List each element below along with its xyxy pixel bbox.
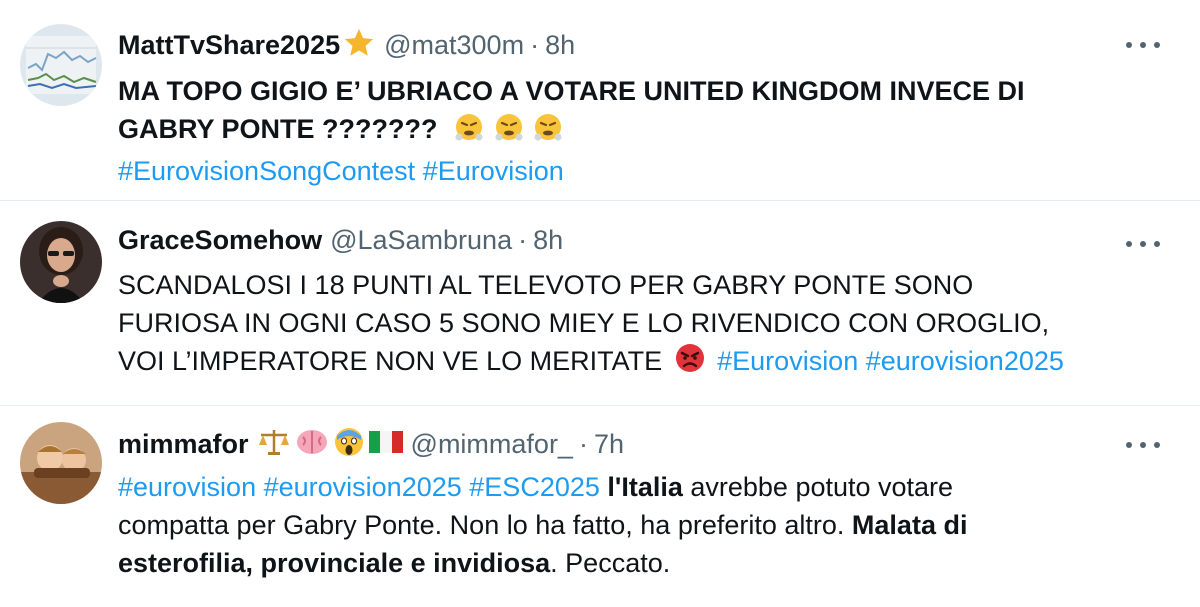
tweet-text-line: esterofilia, provinciale e invidiosa. Pe… xyxy=(118,544,967,582)
tweet-text-segment: VOI L’IMPERATORE NON VE LO MERITATE xyxy=(118,346,663,377)
timestamp[interactable]: 8h xyxy=(545,30,575,61)
hashtag-link[interactable]: #eurovision2025 xyxy=(866,346,1064,376)
pouting-face-emoji-icon xyxy=(674,342,706,384)
avatar-cherubs-image xyxy=(20,422,102,504)
display-name[interactable]: MattTvShare2025 xyxy=(118,30,340,61)
hashtag-link[interactable]: #eurovision xyxy=(118,472,256,502)
tweet-2-header: GraceSomehow @LaSambruna · 8h xyxy=(118,225,563,256)
tweet-3-header: mimmafor @mimmafor_ · 7h xyxy=(118,426,624,463)
tweet-1-text: MA TOPO GIGIO E’ UBRIACO A VOTARE UNITED… xyxy=(118,72,1025,190)
more-options-icon[interactable] xyxy=(1126,440,1160,450)
display-name[interactable]: GraceSomehow xyxy=(118,225,322,256)
hashtag-link[interactable]: #ESC2025 xyxy=(469,472,600,502)
tweet-1-header: MattTvShare2025 @mat300m · 8h xyxy=(118,26,575,65)
user-handle[interactable]: @mimmafor_ xyxy=(411,429,573,460)
tweet-text-line: compatta per Gabry Ponte. Non lo ha fatt… xyxy=(118,506,967,544)
more-options-icon[interactable] xyxy=(1126,40,1160,50)
tweet-text-line: FURIOSA IN OGNI CASO 5 SONO MIEY E LO RI… xyxy=(118,308,1050,338)
hashtag-link[interactable]: #Eurovision xyxy=(423,156,564,186)
tweet-text-bold: Malata di xyxy=(851,510,968,540)
separator-dot: · xyxy=(518,225,528,255)
tweet-text-segment: compatta per Gabry Ponte. Non lo ha fatt… xyxy=(118,510,845,540)
hashtag-link[interactable]: #Eurovision xyxy=(717,346,858,376)
more-options-icon[interactable] xyxy=(1126,239,1160,249)
steam-from-nose-emoji-icon xyxy=(493,110,525,152)
timestamp[interactable]: 8h xyxy=(533,225,563,256)
tweet-text-line: #eurovision #eurovision2025 #ESC2025 l'I… xyxy=(118,468,967,506)
tweet-3[interactable]: mimmafor @mimmafor_ · 7h #eurovision #eu… xyxy=(0,406,1200,607)
tweet-1[interactable]: MattTvShare2025 @mat300m · 8h MA TOPO GI… xyxy=(0,0,1200,200)
separator-dot: · xyxy=(530,30,540,60)
screaming-face-emoji-icon xyxy=(333,426,365,463)
avatar-portrait-image xyxy=(20,221,102,303)
tweet-text-line: GABRY PONTE ??????? xyxy=(118,110,1025,152)
user-handle[interactable]: @LaSambruna xyxy=(330,225,512,256)
steam-from-nose-emoji-icon xyxy=(453,110,485,152)
star-emoji-icon xyxy=(342,26,376,65)
tweet-text-line: VOI L’IMPERATORE NON VE LO MERITATE #Eur… xyxy=(118,342,1064,384)
avatar-gracesomehow[interactable] xyxy=(20,221,102,303)
steam-from-nose-emoji-icon xyxy=(532,110,564,152)
avatar-chart-image xyxy=(20,24,102,106)
tweet-2-text: SCANDALOSI I 18 PUNTI AL TELEVOTO PER GA… xyxy=(118,266,1064,384)
timestamp[interactable]: 7h xyxy=(594,429,624,460)
italy-flag-emoji-icon xyxy=(368,429,403,460)
separator-dot: · xyxy=(578,429,588,459)
avatar-mimmafor[interactable] xyxy=(20,422,102,504)
tweet-text-bold: esterofilia, provinciale e invidiosa xyxy=(118,548,551,578)
user-handle[interactable]: @mat300m xyxy=(384,30,524,61)
hashtag-link[interactable]: #eurovision2025 xyxy=(264,472,462,502)
hashtag-link[interactable]: #EurovisionSongContest xyxy=(118,156,415,186)
tweet-text-segment: avrebbe potuto votare xyxy=(690,472,954,502)
brain-emoji-icon xyxy=(295,427,329,462)
balance-scale-emoji-icon xyxy=(257,427,291,462)
tweet-text-bold: l'Italia xyxy=(607,472,683,502)
display-name[interactable]: mimmafor xyxy=(118,429,249,460)
tweet-text-line: MA TOPO GIGIO E’ UBRIACO A VOTARE UNITED… xyxy=(118,76,1025,106)
tweet-text-line: SCANDALOSI I 18 PUNTI AL TELEVOTO PER GA… xyxy=(118,270,974,300)
avatar-matttvshare[interactable] xyxy=(20,24,102,106)
tweet-text-segment: GABRY PONTE ??????? xyxy=(118,114,438,145)
tweet-text-segment: . Peccato. xyxy=(550,548,671,578)
tweet-3-text: #eurovision #eurovision2025 #ESC2025 l'I… xyxy=(118,468,967,582)
hashtag-line: #EurovisionSongContest #Eurovision xyxy=(118,152,1025,190)
tweet-2[interactable]: GraceSomehow @LaSambruna · 8h SCANDALOSI… xyxy=(0,201,1200,405)
